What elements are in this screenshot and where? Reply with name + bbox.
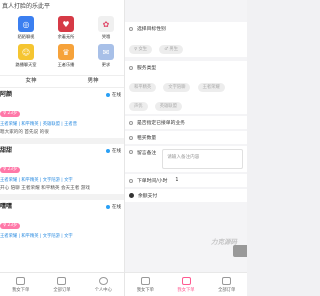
left-panel: 真人打脸的乐此平 ◎ 陌陌聊视 ♥ 余着无所 ✿ 哭哦 ☺ 路播聊天室 ♛ 王者乐播 ✉ 更… [0,0,125,296]
bottom-nav: 我女下单 全部订单 个人中心 [0,272,124,296]
assign-section[interactable]: 是否指定已接单的业务 [125,116,247,129]
service-section: 服务类型 和平精英 文字陪聊 王者荣耀 声优 英雄联盟 [125,61,247,114]
hours-section: 下单时间/小时 1 [125,174,247,187]
nav-all-orders[interactable]: 全部订单 [206,273,247,296]
online-status: 在线 [106,148,121,154]
list-icon [57,276,67,285]
smile-app-icon: ☺ [18,44,34,60]
profile-tags: 王者荣耀 | 和平精英 | 文字陪游 | 文字 [0,234,73,239]
nav-profile[interactable]: 个人中心 [83,273,124,296]
online-status: 在线 [106,204,121,210]
remark-section: 留言备注 请输入备注内容 [125,146,247,172]
crown-app-icon: ♛ [58,44,74,60]
service-label: 服务类型 [137,66,157,71]
profile-desc: 开心 陪聊 王者荣耀 和平精英 会天王者 游戏 [0,186,90,191]
user-icon [98,276,108,285]
tab-god[interactable]: 男神 [62,76,124,87]
service-chip[interactable]: 和平精英 [129,82,157,92]
app-tile[interactable]: ♥ 余着无所 [46,16,86,40]
age-badge: ♀ 23岁 [0,167,21,173]
radio-icon [129,65,133,70]
gender-section: 选择目标性别 ♀ 女生 ♂ 男生 [125,22,247,57]
duration-label: 租买数量 [137,136,157,141]
radio-icon [129,120,133,125]
profile-name: 甜甜 [0,147,13,154]
nav-home[interactable]: 我女下单 [0,273,41,296]
app-tile[interactable]: ✉ 更求 [86,44,124,68]
app-tile[interactable]: ✿ 哭哦 [86,16,124,40]
nav-home[interactable]: 我女下单 [125,273,166,296]
right-panel: 选择目标性别 ♀ 女生 ♂ 男生 服务类型 和平精英 文字陪聊 王者荣耀 声优 … [125,0,247,296]
radio-icon [129,26,133,31]
profile-card[interactable]: 嘿嘿 在线 ♀ 23岁 王者荣耀 | 和平精英 | 文字陪游 | 文字 [0,200,124,242]
profile-name: 阿颜 [0,91,13,98]
app-tile[interactable]: ☺ 路播聊天室 [6,44,46,68]
profile-tags: 王者荣耀 | 和平精英 | 文字陪游 | 文字 [0,178,73,183]
app-grid: ◎ 陌陌聊视 ♥ 余着无所 ✿ 哭哦 ☺ 路播聊天室 ♛ 王者乐播 ✉ 更求 [0,14,124,68]
hours-input[interactable]: 1 [175,178,178,183]
nav-order[interactable]: 我女下单 [166,273,207,296]
pay-section: 余额支付 [125,189,247,202]
list-icon [222,276,232,285]
age-badge: ♀ 23岁 [0,111,21,117]
profile-desc: 嗯大家的的 首先说 的很 [0,130,49,135]
online-status: 在线 [106,92,121,98]
checkbox-icon[interactable] [129,193,134,198]
banner-text: 真人打脸的乐此平 [0,0,124,14]
chat-app-icon: ◎ [18,16,34,32]
radio-icon [129,135,133,140]
submit-button[interactable] [233,245,247,257]
remark-label: 留言备注 [137,151,157,156]
gender-female-chip[interactable]: ♀ 女生 [129,44,153,54]
app-tile[interactable]: ♛ 王者乐播 [46,44,86,68]
service-chip[interactable]: 英雄联盟 [154,101,182,111]
assign-label: 是否指定已接单的业务 [137,121,185,126]
profile-card[interactable]: 阿颜 在线 ♀ 23岁 王者荣耀 | 和平精英 | 英雄联盟 | 王者营 嗯大家… [0,88,124,144]
agree-label: 余额支付 [138,194,158,199]
profile-name: 嘿嘿 [0,203,13,210]
tab-goddess[interactable]: 女神 [0,76,62,87]
mail-app-icon: ✉ [98,44,114,60]
age-badge: ♀ 23岁 [0,223,21,229]
home-icon [16,276,26,285]
radio-icon [129,150,133,154]
service-chip[interactable]: 声优 [129,101,148,111]
nav-orders[interactable]: 全部订单 [41,273,82,296]
online-dot-icon [106,204,110,209]
remark-input[interactable]: 请输入备注内容 [162,149,243,169]
flower-app-icon: ✿ [98,16,114,32]
hours-label: 下单时间/小时 [137,179,168,184]
home-icon [140,276,150,285]
service-chip[interactable]: 文字陪聊 [163,82,191,92]
profile-card[interactable]: 甜甜 在线 ♀ 23岁 王者荣耀 | 和平精英 | 文字陪游 | 文字 开心 陪… [0,144,124,200]
gender-label: 选择目标性别 [137,27,166,32]
heart-app-icon: ♥ [58,16,74,32]
online-dot-icon [106,148,110,153]
duration-section[interactable]: 租买数量 [125,131,247,144]
online-dot-icon [106,92,110,97]
service-chip[interactable]: 王者荣耀 [197,82,225,92]
gender-male-chip[interactable]: ♂ 男生 [159,44,184,54]
radio-icon [129,178,133,183]
profile-tags: 王者荣耀 | 和平精英 | 英雄联盟 | 王者营 [0,122,77,127]
gender-tabs: 女神 男神 [0,75,124,88]
bottom-nav: 我女下单 我女下单 全部订单 [125,272,247,296]
app-tile[interactable]: ◎ 陌陌聊视 [6,16,46,40]
order-icon [181,276,191,285]
